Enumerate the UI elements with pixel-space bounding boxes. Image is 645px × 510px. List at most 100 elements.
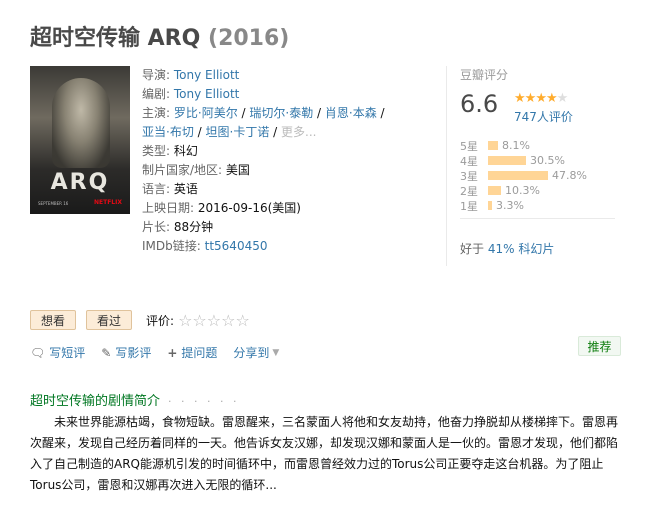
country-row: 制片国家/地区: 美国 <box>142 161 398 180</box>
pencil-icon: ✎ <box>101 345 112 360</box>
rating-distribution: 5星 8.1% 4星 30.5% 3星 47.8% 2星 10.3% 1星 3.3% <box>460 138 620 213</box>
poster-figure <box>52 78 110 168</box>
rating-bar-percent: 30.5% <box>530 154 565 167</box>
rating-stars: ★★★★★ <box>514 91 568 106</box>
summary-title: 超时空传输的剧情简介 · · · · · · <box>30 390 239 409</box>
rating-panel: 豆瓣评分 6.6 ★★★★★ 747人评价 5星 8.1% 4星 30.5% 3星 47.… <box>460 66 620 256</box>
comment-icon: 🗨 <box>30 345 46 360</box>
cast-separator: / <box>376 106 385 120</box>
rating-bar-fill <box>488 171 548 180</box>
writer-row: 编剧: Tony Elliott <box>142 85 398 104</box>
language-label: 语言: <box>142 182 171 196</box>
release-row: 上映日期: 2016-09-16(美国) <box>142 199 398 218</box>
chevron-down-icon: ▼ <box>272 347 280 358</box>
interaction-links: 🗨 写短评 ✎ 写影评 + 提问题 分享到 ▼ <box>30 344 295 361</box>
rating-bar-row: 5星 8.1% <box>460 138 620 153</box>
runtime-value: 88分钟 <box>173 220 214 234</box>
country-value: 美国 <box>225 163 250 177</box>
write-review-link[interactable]: ✎ 写影评 <box>101 344 151 361</box>
summary-text: 未来世界能源枯竭，食物短缺。雷恩醒来，三名蒙面人将他和女友劫持，他奋力挣脱却从楼… <box>30 415 619 492</box>
release-value: 2016-09-16(美国) <box>197 201 301 215</box>
rating-bar-fill <box>488 186 501 195</box>
cast-link[interactable]: 瑞切尔·泰勒 <box>249 106 313 120</box>
summary-dots: · · · · · · <box>168 395 240 408</box>
write-short-review-label: 写短评 <box>49 346 86 360</box>
rating-bar-row: 4星 30.5% <box>460 153 620 168</box>
poster-brand: NETFLIX <box>94 199 122 206</box>
rating-bar-label: 2星 <box>460 184 478 198</box>
cast-row: 主演: 罗比·阿美尔 / 瑞切尔·泰勒 / 肖恩·本森 / 亚当·布切 / 坦图… <box>142 104 398 142</box>
language-row: 语言: 英语 <box>142 180 398 199</box>
runtime-label: 片长: <box>142 220 171 234</box>
writer-label: 编剧: <box>142 87 171 101</box>
better-prefix: 好于 <box>460 242 485 256</box>
star-icon: ★ <box>524 91 537 106</box>
rating-bar-fill <box>488 156 526 165</box>
release-label: 上映日期: <box>142 201 195 215</box>
star-icon: ★ <box>514 91 526 106</box>
rating-bar-percent: 3.3% <box>496 199 524 212</box>
movie-name: 超时空传输 ARQ <box>30 26 201 51</box>
rating-score: 6.6 <box>460 90 499 118</box>
rating-bar-fill <box>488 141 498 150</box>
movie-poster[interactable]: ARQ SEPTEMBER 16 NETFLIX <box>30 66 130 214</box>
ask-question-link[interactable]: + 提问题 <box>167 344 217 361</box>
cast-separator: / <box>269 125 281 139</box>
movie-info: 导演: Tony Elliott 编剧: Tony Elliott 主演: 罗比… <box>142 66 398 256</box>
movie-year: (2016) <box>208 26 290 51</box>
rate-label: 评价: <box>146 313 175 328</box>
action-bar: 想看 看过 评价: ☆☆☆☆☆ <box>30 310 250 330</box>
genre-label: 类型: <box>142 144 171 158</box>
cast-more-link[interactable]: 更多... <box>281 125 316 139</box>
cast-label: 主演: <box>142 106 171 120</box>
writer-link[interactable]: Tony Elliott <box>174 87 240 101</box>
imdb-link[interactable]: tt5640450 <box>205 239 268 253</box>
cast-link[interactable]: 坦图·卡丁诺 <box>206 125 270 139</box>
rating-divider <box>460 218 615 219</box>
cast-separator: / <box>193 125 206 139</box>
summary-heading: 超时空传输的剧情简介 <box>30 394 161 409</box>
want-to-watch-button[interactable]: 想看 <box>30 310 77 330</box>
half-star-icon: ★ <box>545 91 558 106</box>
imdb-row: IMDb链接: tt5640450 <box>142 237 398 256</box>
genre-row: 类型: 科幻 <box>142 142 398 161</box>
language-value: 英语 <box>173 182 198 196</box>
rating-bar-label: 5星 <box>460 139 478 153</box>
poster-date: SEPTEMBER 16 <box>38 201 69 206</box>
rating-bar-label: 3星 <box>460 169 478 183</box>
director-label: 导演: <box>142 68 171 82</box>
rating-bar-label: 4星 <box>460 154 478 168</box>
recommend-button[interactable]: 推荐 <box>578 336 621 356</box>
write-review-label: 写影评 <box>115 346 152 360</box>
rating-count-link[interactable]: 747人评价 <box>514 108 573 125</box>
rating-bar-row: 2星 10.3% <box>460 183 620 198</box>
rate-stars-input[interactable]: ☆☆☆☆☆ <box>178 311 250 330</box>
rating-bar-percent: 10.3% <box>505 184 540 197</box>
cast-separator: / <box>313 106 325 120</box>
better-than-link[interactable]: 41% 科幻片 <box>488 242 555 256</box>
cast-link[interactable]: 罗比·阿美尔 <box>174 106 238 120</box>
ask-question-label: 提问题 <box>181 346 218 360</box>
cast-link[interactable]: 肖恩·本森 <box>325 106 377 120</box>
rating-bar-fill <box>488 201 492 210</box>
genre-value: 科幻 <box>173 144 198 158</box>
plus-icon: + <box>167 345 178 360</box>
movie-title: 超时空传输 ARQ (2016) <box>30 20 289 52</box>
director-row: 导演: Tony Elliott <box>142 66 398 85</box>
cast-link[interactable]: 亚当·布切 <box>142 125 194 139</box>
star-icon: ★ <box>535 91 547 106</box>
rating-bar-label: 1星 <box>460 199 478 213</box>
better-than: 好于 41% 科幻片 <box>460 240 554 257</box>
vertical-divider <box>446 66 447 266</box>
poster-title: ARQ <box>50 170 110 195</box>
runtime-row: 片长: 88分钟 <box>142 218 398 237</box>
rating-bar-row: 3星 47.8% <box>460 168 620 183</box>
cast-separator: / <box>237 106 250 120</box>
rating-bar-percent: 8.1% <box>502 139 530 152</box>
share-dropdown[interactable]: 分享到 ▼ <box>233 344 279 361</box>
director-link[interactable]: Tony Elliott <box>174 68 240 82</box>
write-short-review-link[interactable]: 🗨 写短评 <box>30 344 85 361</box>
rating-bar-percent: 47.8% <box>552 169 587 182</box>
rating-bar-row: 1星 3.3% <box>460 198 620 213</box>
watched-button[interactable]: 看过 <box>86 310 133 330</box>
